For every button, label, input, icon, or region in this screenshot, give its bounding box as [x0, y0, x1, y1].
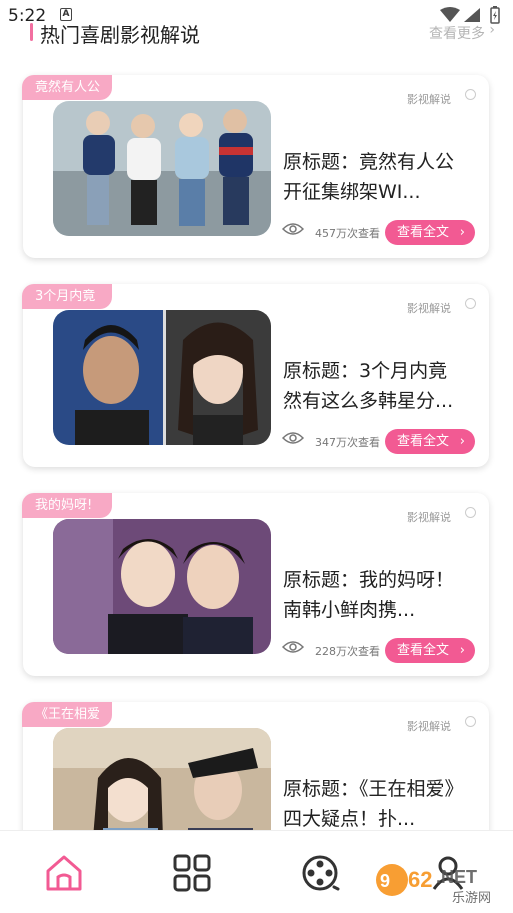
- nav-home[interactable]: [42, 851, 86, 895]
- card-title[interactable]: 原标题：《王在相爱》四大疑点！扑...: [283, 774, 463, 834]
- eye-icon: [282, 432, 304, 444]
- card-menu-dot[interactable]: [465, 716, 476, 727]
- card-tag: 我的妈呀!: [22, 493, 112, 518]
- card-tag: 3个月内竟: [22, 284, 112, 309]
- article-card[interactable]: 3个月内竟 影视解说 原标题：3个月内竟然有这么多韩星分... 347万次查看 …: [22, 284, 489, 467]
- card-tag: 竟然有人公: [22, 75, 113, 100]
- read-full-button[interactable]: 查看全文 ›: [385, 638, 475, 663]
- watermark-logo: 9 62 .NET 乐游网: [372, 850, 512, 910]
- chevron-right-icon: ›: [459, 643, 465, 658]
- card-tag: 《王在相爱: [22, 702, 113, 727]
- card-title[interactable]: 原标题：3个月内竟然有这么多韩星分...: [283, 356, 463, 416]
- read-full-label: 查看全文: [397, 225, 450, 240]
- svg-text:62: 62: [408, 867, 432, 892]
- watermark-logo-image: 9 62 .NET 乐游网: [376, 864, 491, 906]
- card-menu-dot[interactable]: [465, 507, 476, 518]
- read-full-button[interactable]: 查看全文 ›: [385, 429, 475, 454]
- eye-icon: [282, 223, 304, 235]
- card-menu-dot[interactable]: [465, 89, 476, 100]
- view-count: 228万次查看: [315, 645, 380, 658]
- card-title[interactable]: 原标题：竟然有人公开征集绑架WI...: [283, 147, 463, 207]
- card-thumbnail[interactable]: [53, 519, 271, 654]
- svg-text:9: 9: [380, 871, 390, 891]
- svg-text:.NET: .NET: [436, 867, 477, 887]
- article-card[interactable]: 我的妈呀! 影视解说 原标题：我的妈呀！南韩小鲜肉携... 228万次查看 查看…: [22, 493, 489, 676]
- section-title: 热门喜剧影视解说: [40, 23, 200, 47]
- eye-icon: [282, 641, 304, 653]
- grid-icon: [173, 854, 211, 892]
- chevron-right-icon: ›: [459, 225, 465, 240]
- card-category: 影视解说: [407, 302, 451, 315]
- article-card[interactable]: 竟然有人公 影视解说 原标题：竟然有人公开征集绑架WI... 457万次查看 查…: [22, 75, 489, 258]
- thumbnail-image: [53, 101, 271, 236]
- card-thumbnail[interactable]: [53, 101, 271, 236]
- section-header: 热门喜剧影视解说 查看更多 ›: [0, 18, 513, 47]
- card-category: 影视解说: [407, 511, 451, 524]
- view-count: 347万次查看: [315, 436, 380, 449]
- read-full-button[interactable]: 查看全文 ›: [385, 220, 475, 245]
- card-category: 影视解说: [407, 93, 451, 106]
- view-count: 457万次查看: [315, 227, 380, 240]
- svg-text:乐游网: 乐游网: [452, 891, 491, 906]
- read-full-label: 查看全文: [397, 434, 450, 449]
- view-more-link[interactable]: 查看更多: [429, 23, 485, 43]
- header-accent-bar: [30, 23, 33, 41]
- nav-film[interactable]: [298, 851, 342, 895]
- chevron-right-icon[interactable]: ›: [489, 22, 495, 38]
- card-thumbnail[interactable]: [53, 310, 271, 445]
- card-menu-dot[interactable]: [465, 298, 476, 309]
- card-category: 影视解说: [407, 720, 451, 733]
- thumbnail-image: [53, 519, 271, 654]
- card-title[interactable]: 原标题：我的妈呀！南韩小鲜肉携...: [283, 565, 463, 625]
- chevron-right-icon: ›: [459, 434, 465, 449]
- read-full-label: 查看全文: [397, 643, 450, 658]
- nav-categories[interactable]: [170, 851, 214, 895]
- thumbnail-image: [53, 310, 271, 445]
- home-icon: [46, 855, 82, 891]
- film-reel-icon: [302, 855, 340, 891]
